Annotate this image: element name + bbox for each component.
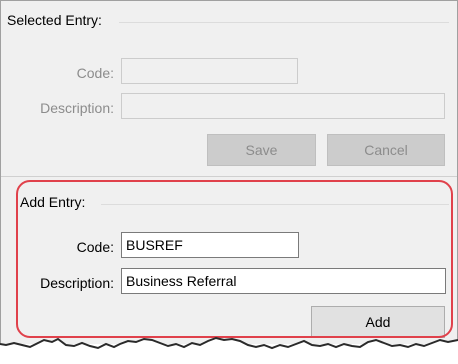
add-description-field[interactable] xyxy=(121,268,446,294)
add-entry-divider xyxy=(101,204,449,205)
torn-edge xyxy=(0,336,458,364)
selected-description-label: Description: xyxy=(40,100,114,116)
selected-description-field[interactable] xyxy=(121,93,445,119)
save-button[interactable]: Save xyxy=(207,134,316,166)
add-code-label: Code: xyxy=(76,239,114,255)
dialog-window: Selected Entry: Code: Description: Save … xyxy=(0,0,458,344)
add-button[interactable]: Add xyxy=(311,306,445,338)
cancel-button[interactable]: Cancel xyxy=(327,134,445,166)
add-description-label: Description: xyxy=(40,275,114,291)
add-code-field[interactable] xyxy=(121,232,299,258)
section-separator xyxy=(1,176,457,177)
selected-code-label: Code: xyxy=(76,65,114,81)
selected-code-field[interactable] xyxy=(121,58,298,84)
selected-entry-divider xyxy=(119,22,449,23)
selected-entry-title: Selected Entry: xyxy=(7,12,105,28)
add-entry-title: Add Entry: xyxy=(20,194,89,210)
